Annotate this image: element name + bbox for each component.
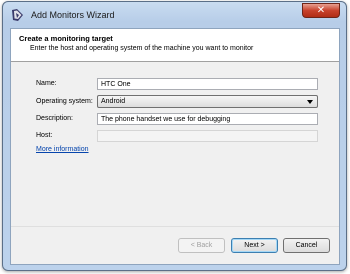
host-field[interactable] xyxy=(97,130,318,142)
os-label: Operating system: xyxy=(36,98,93,105)
close-icon: ✕ xyxy=(316,5,326,16)
title-bar[interactable]: Add Monitors Wizard ✕ xyxy=(3,2,346,28)
more-information-link[interactable]: More information xyxy=(36,146,89,153)
chevron-down-icon xyxy=(307,100,313,104)
close-button[interactable]: ✕ xyxy=(302,3,340,18)
next-button[interactable]: Next > xyxy=(231,238,278,253)
wizard-app-icon xyxy=(12,9,23,21)
name-label: Name: xyxy=(36,80,57,87)
wizard-content: Create a monitoring target Enter the hos… xyxy=(10,28,340,265)
host-label: Host: xyxy=(36,132,53,139)
os-select-value: Android xyxy=(101,98,126,105)
wizard-header: Create a monitoring target Enter the hos… xyxy=(11,29,339,62)
footer-divider xyxy=(11,226,339,227)
os-select[interactable]: Android xyxy=(97,95,318,108)
page-title: Create a monitoring target xyxy=(19,34,113,43)
description-field[interactable]: The phone handset we use for debugging xyxy=(97,113,318,125)
page-subtitle: Enter the host and operating system of t… xyxy=(30,45,254,52)
cancel-button[interactable]: Cancel xyxy=(283,238,330,253)
window-title: Add Monitors Wizard xyxy=(31,10,115,20)
name-field[interactable]: HTC One xyxy=(97,78,318,90)
back-button[interactable]: < Back xyxy=(178,238,225,253)
wizard-window: Add Monitors Wizard ✕ Create a monitorin… xyxy=(2,1,347,271)
description-label: Description: xyxy=(36,115,73,122)
